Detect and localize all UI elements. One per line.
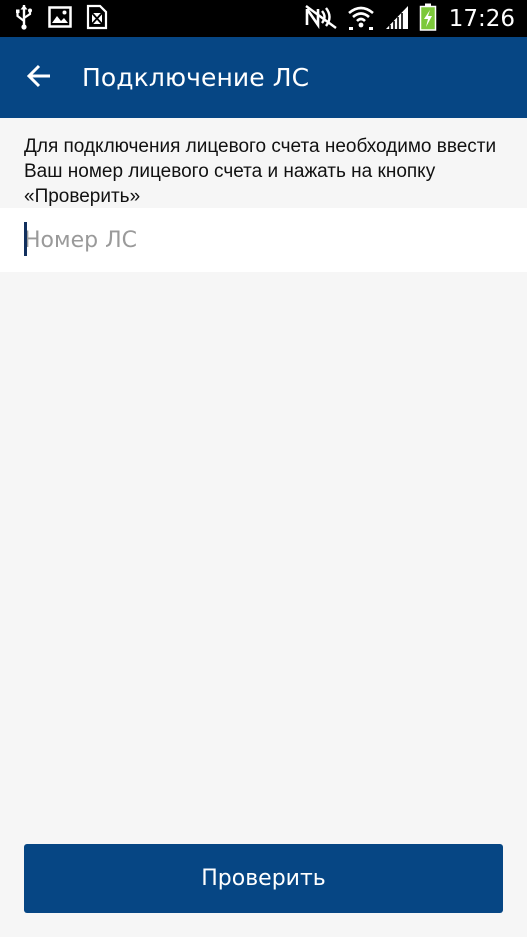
app-bar: Подключение ЛС [0, 37, 527, 118]
sim-icon [86, 4, 108, 34]
check-button[interactable]: Проверить [24, 844, 503, 913]
nfc-icon [304, 4, 338, 34]
status-left-icons [14, 4, 122, 34]
account-number-input[interactable] [24, 222, 504, 258]
text-cursor [24, 222, 27, 256]
status-time: 17:26 [448, 5, 515, 32]
wifi-icon [347, 4, 375, 34]
back-button[interactable] [0, 37, 82, 118]
account-number-field [0, 208, 527, 272]
instructions-text: Для подключения лицевого счета необходим… [24, 136, 497, 207]
status-right-icons: 17:26 [295, 3, 515, 35]
screen: 17:26 Подключение ЛС Для подключения лиц… [0, 0, 527, 937]
battery-icon [419, 3, 437, 35]
image-icon [48, 5, 72, 32]
status-bar: 17:26 [0, 0, 527, 37]
usb-icon [14, 4, 34, 34]
arrow-left-icon [26, 63, 52, 93]
page-title: Подключение ЛС [82, 63, 310, 92]
signal-icon [384, 4, 410, 34]
